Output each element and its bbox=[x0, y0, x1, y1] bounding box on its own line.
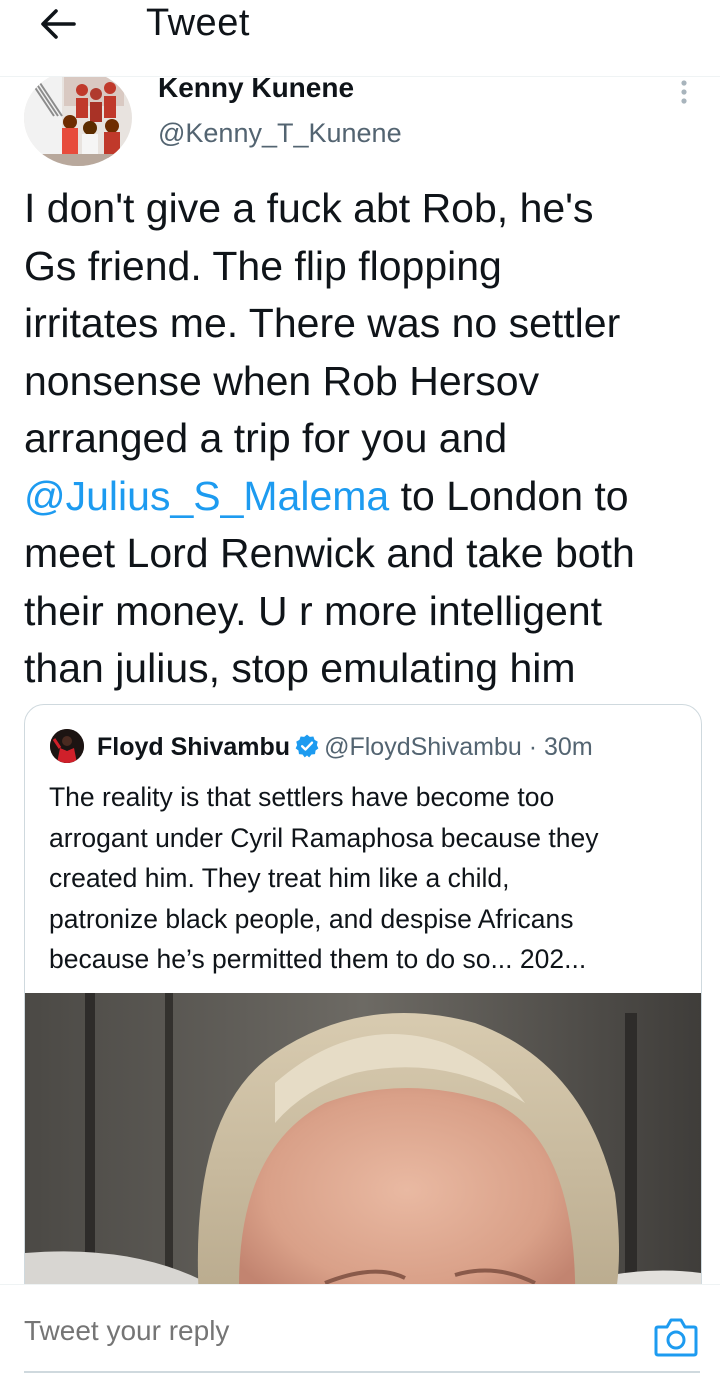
quote-timestamp: 30m bbox=[544, 733, 593, 761]
top-bar: Tweet bbox=[0, 0, 720, 77]
tweet-text: I don't give a fuck abt Rob, he's Gs fri… bbox=[24, 180, 704, 698]
tweet-line: meet Lord Renwick and take both bbox=[24, 530, 635, 576]
camera-button[interactable] bbox=[652, 1315, 700, 1359]
avatar-photo-icon bbox=[24, 70, 132, 166]
tweet-line: I don't give a fuck abt Rob, he's bbox=[24, 185, 594, 231]
reply-underline bbox=[24, 1371, 700, 1373]
more-options-button[interactable] bbox=[670, 78, 698, 108]
tweet-line-rest: to London to bbox=[389, 472, 629, 519]
quote-text: The reality is that settlers have become… bbox=[49, 777, 689, 980]
quote-line: The reality is that settlers have become… bbox=[49, 782, 555, 812]
separator-dot: · bbox=[528, 733, 538, 761]
tweet-line: irritates me. There was no settler bbox=[24, 300, 621, 346]
quote-line: patronize black people, and despise Afri… bbox=[49, 903, 574, 934]
quote-line: because he’s permitted them to do so... … bbox=[49, 944, 587, 974]
author-handle[interactable]: @Kenny_T_Kunene bbox=[158, 118, 402, 149]
quote-tweet-card[interactable]: Floyd Shivambu @FloydShivambu · 30m The … bbox=[24, 704, 702, 1316]
quote-line: arrogant under Cyril Ramaphosa because t… bbox=[49, 822, 599, 853]
arrow-left-icon bbox=[41, 9, 76, 39]
avatar-photo-icon bbox=[50, 729, 84, 763]
verified-badge-icon bbox=[295, 734, 319, 758]
tweet-line: Gs friend. The flip flopping bbox=[24, 242, 502, 289]
tweet-line: than julius, stop emulating him bbox=[24, 645, 576, 691]
tweet-line: arranged a trip for you and bbox=[24, 415, 508, 461]
quote-line: created him. They treat him like a child… bbox=[49, 863, 510, 893]
back-button[interactable] bbox=[36, 4, 80, 44]
quote-author-handle: @FloydShivambu bbox=[324, 733, 522, 761]
quote-author-avatar bbox=[50, 729, 84, 763]
author-avatar[interactable] bbox=[24, 70, 132, 166]
mention-link[interactable]: @Julius_S_Malema bbox=[24, 473, 389, 519]
quote-header: Floyd Shivambu @FloydShivambu · 30m bbox=[97, 731, 593, 763]
reply-bar bbox=[0, 1284, 720, 1375]
page-title: Tweet bbox=[146, 2, 250, 44]
tweet-line-with-mention: @Julius_S_Malema to London to bbox=[24, 468, 704, 526]
quote-author-name: Floyd Shivambu bbox=[97, 733, 291, 761]
quote-media-image[interactable] bbox=[25, 993, 701, 1315]
more-vertical-icon bbox=[681, 80, 687, 104]
camera-icon bbox=[654, 1318, 698, 1357]
face-photo-icon bbox=[25, 993, 701, 1315]
tweet-line: their money. U r more intelligent bbox=[24, 587, 603, 634]
reply-input[interactable] bbox=[24, 1315, 624, 1347]
tweet-line: nonsense when Rob Hersov bbox=[24, 357, 540, 404]
